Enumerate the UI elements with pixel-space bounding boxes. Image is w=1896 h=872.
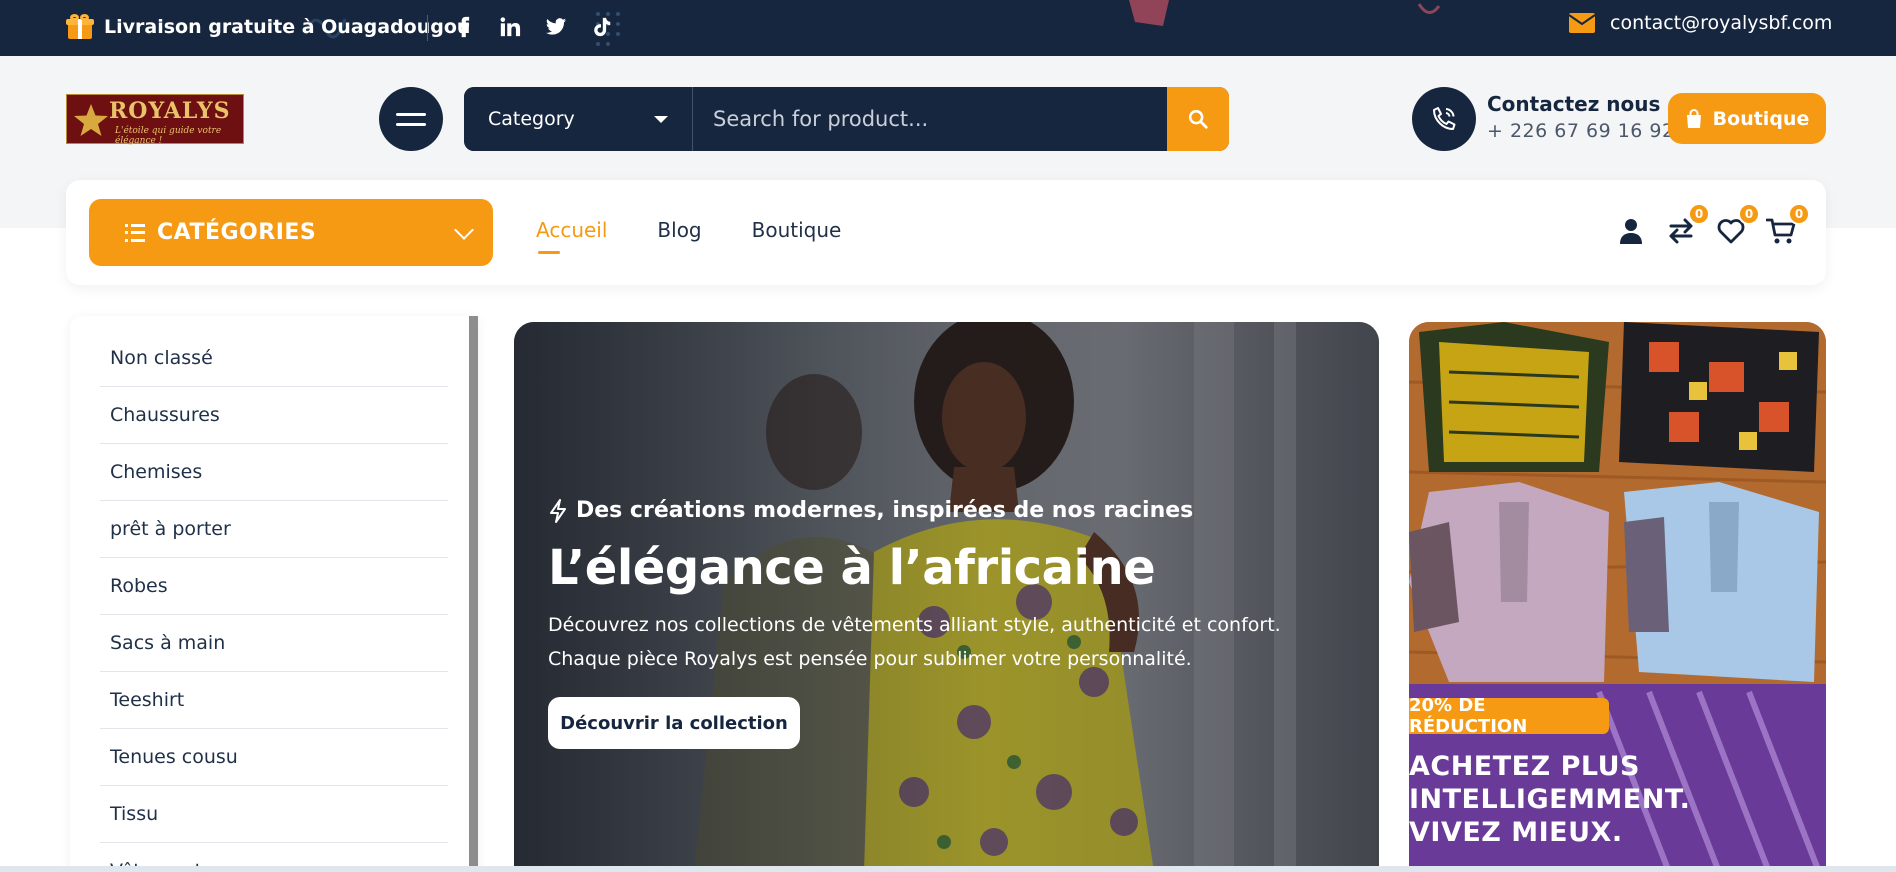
- twitter-icon[interactable]: [544, 12, 568, 42]
- promo-headline: ACHETEZ PLUS INTELLIGEMMENT. VIVEZ MIEUX…: [1409, 750, 1690, 849]
- category-item[interactable]: Chemises: [100, 444, 448, 501]
- nav-links: Accueil Blog Boutique: [536, 218, 842, 254]
- category-item[interactable]: prêt à porter: [100, 501, 448, 558]
- envelope-icon: [1568, 13, 1596, 33]
- search-bar: Category: [464, 87, 1229, 151]
- category-list: Non classé Chaussures Chemises prêt à po…: [100, 330, 448, 872]
- phone-icon: [1433, 107, 1456, 130]
- category-sidebar: Non classé Chaussures Chemises prêt à po…: [70, 316, 478, 872]
- tiktok-icon[interactable]: [590, 12, 614, 42]
- chevron-down-icon: [454, 220, 474, 240]
- cart-count-badge: 0: [1788, 203, 1810, 225]
- category-select-label: Category: [488, 108, 575, 130]
- promo-line-3: VIVEZ MIEUX.: [1409, 817, 1623, 848]
- free-delivery-promo: Livraison gratuite à Ouagadougou: [66, 14, 470, 40]
- facebook-icon[interactable]: [452, 12, 476, 42]
- social-links: [452, 12, 614, 42]
- category-item[interactable]: Sacs à main: [100, 615, 448, 672]
- email-text: contact@royalysbf.com: [1610, 12, 1833, 34]
- top-bar: Livraison gratuite à Ouagadougou contact…: [0, 0, 1896, 56]
- logo-tagline: L'étoile qui guide votre élégance !: [115, 126, 222, 146]
- nav-link-blog[interactable]: Blog: [657, 218, 701, 242]
- shop-button-label: Boutique: [1712, 107, 1810, 130]
- menu-toggle-button[interactable]: [379, 87, 443, 151]
- contact-info: Contactez nous + 226 67 69 16 92: [1487, 92, 1675, 142]
- promo-banner[interactable]: 20% DE RÉDUCTION ACHETEZ PLUS INTELLIGEM…: [1409, 322, 1826, 872]
- discount-badge: 20% DE RÉDUCTION: [1409, 695, 1609, 737]
- contact-phone[interactable]: + 226 67 69 16 92: [1487, 120, 1675, 142]
- star-logo-icon: [74, 104, 108, 136]
- category-item[interactable]: Robes: [100, 558, 448, 615]
- logo-name: ROYALYS: [109, 98, 231, 124]
- nav-icons: 0 0 0: [1616, 203, 1810, 246]
- discover-collection-button[interactable]: Découvrir la collection: [548, 697, 800, 749]
- caret-down-icon: [654, 115, 668, 123]
- contact-email[interactable]: contact@royalysbf.com: [1568, 12, 1832, 34]
- promo-line-1: ACHETEZ PLUS: [1409, 751, 1640, 782]
- lightning-icon: [550, 498, 566, 523]
- compare-button[interactable]: 0: [1666, 203, 1710, 246]
- promo-line-2: INTELLIGEMMENT.: [1409, 784, 1691, 815]
- categories-button[interactable]: CATÉGORIES: [89, 199, 493, 266]
- categories-button-label: CATÉGORIES: [157, 220, 317, 245]
- category-item[interactable]: Tissu: [100, 786, 448, 843]
- decorative-shape: [1129, 0, 1169, 26]
- hamburger-icon: [396, 112, 426, 116]
- list-icon: [125, 223, 145, 242]
- wishlist-button[interactable]: 0: [1716, 203, 1760, 246]
- search-icon: [1188, 109, 1208, 129]
- shopping-bag-icon: [1686, 108, 1701, 128]
- phone-button[interactable]: [1412, 87, 1476, 151]
- linkedin-icon[interactable]: [498, 12, 522, 42]
- contact-title: Contactez nous: [1487, 92, 1661, 116]
- wishlist-count-badge: 0: [1738, 203, 1760, 225]
- category-select[interactable]: Category: [464, 87, 693, 151]
- cart-button[interactable]: 0: [1766, 203, 1810, 246]
- shop-button[interactable]: Boutique: [1668, 93, 1826, 144]
- decorative-squiggle: [1417, 3, 1441, 14]
- hero-overlay: [514, 322, 1379, 872]
- divider: [427, 15, 428, 41]
- search-button[interactable]: [1167, 87, 1229, 151]
- category-item[interactable]: Chaussures: [100, 387, 448, 444]
- hero-description: Découvrez nos collections de vêtements a…: [548, 614, 1281, 670]
- compare-count-badge: 0: [1688, 203, 1710, 225]
- nav-link-boutique[interactable]: Boutique: [752, 218, 842, 242]
- hero-title: L’élégance à l’africaine: [548, 540, 1156, 596]
- hero-kicker-text: Des créations modernes, inspirées de nos…: [576, 498, 1194, 523]
- account-button[interactable]: [1616, 216, 1646, 246]
- category-item[interactable]: Teeshirt: [100, 672, 448, 729]
- hero-banner: Des créations modernes, inspirées de nos…: [514, 322, 1379, 872]
- search-input[interactable]: [693, 87, 1167, 151]
- page-bottom-edge: [0, 866, 1896, 872]
- sidebar-scrollbar[interactable]: [469, 316, 478, 872]
- gift-icon: [66, 14, 94, 40]
- category-item[interactable]: Tenues cousu: [100, 729, 448, 786]
- promo-text: Livraison gratuite à Ouagadougou: [104, 16, 471, 38]
- site-logo[interactable]: ROYALYS L'étoile qui guide votre éléganc…: [66, 94, 244, 146]
- hero-kicker: Des créations modernes, inspirées de nos…: [548, 498, 1193, 523]
- category-item[interactable]: Non classé: [100, 330, 448, 387]
- user-icon: [1620, 219, 1642, 244]
- nav-link-accueil[interactable]: Accueil: [536, 218, 607, 254]
- main-nav: CATÉGORIES Accueil Blog Boutique 0 0 0: [66, 180, 1826, 285]
